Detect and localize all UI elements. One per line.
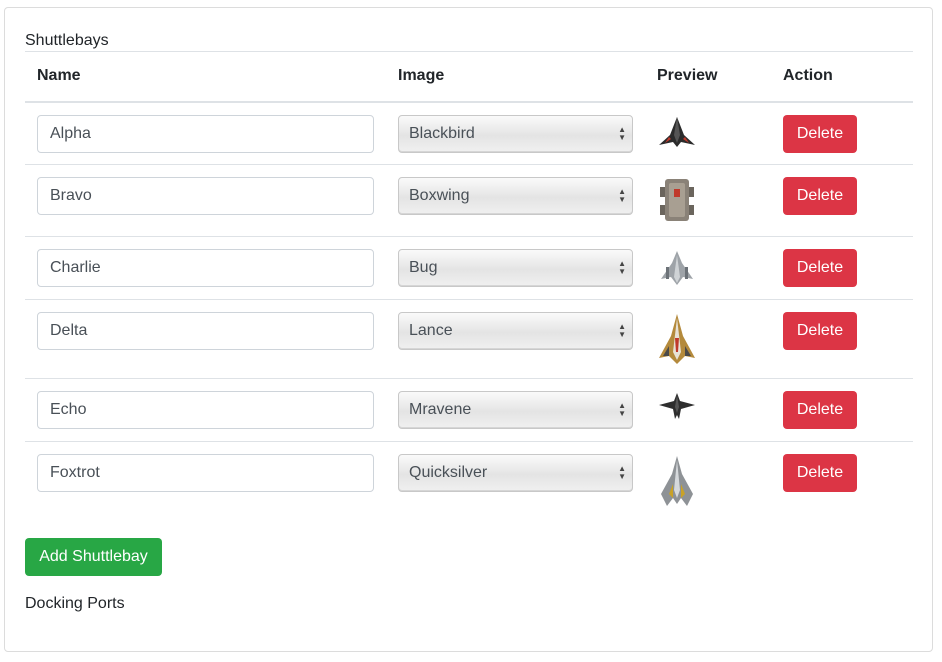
name-input[interactable]: [37, 312, 374, 350]
lance-ship-icon: [657, 312, 759, 366]
name-input[interactable]: [37, 114, 374, 153]
image-select-value: Blackbird: [409, 124, 475, 142]
header-preview: Preview: [645, 51, 771, 103]
image-select[interactable]: Lance ▲ ▼: [398, 312, 633, 350]
image-select-value: Boxwing: [409, 187, 470, 204]
image-select-value: Bug: [409, 259, 438, 276]
image-select-value: Mravene: [409, 401, 472, 418]
header-action: Action: [771, 51, 913, 103]
table-row: Boxwing ▲▼ Delete: [25, 164, 913, 237]
docking-ports-title: Docking Ports: [25, 595, 125, 612]
name-input[interactable]: [37, 249, 374, 287]
table-row: Bug ▲▼ Delete: [25, 236, 913, 300]
boxwing-ship-icon: [657, 177, 759, 223]
delete-button[interactable]: Delete: [783, 391, 857, 429]
blackbird-ship-icon: [657, 115, 759, 149]
table-row: Quicksilver ▲▼ Delete: [25, 442, 913, 520]
image-select[interactable]: Boxwing ▲ ▼: [398, 177, 633, 215]
image-select[interactable]: Bug ▲ ▼: [398, 249, 633, 287]
table-row: Blackbird ▲▼ Delete: [25, 101, 913, 165]
image-select[interactable]: Mravene ▲ ▼: [398, 391, 633, 429]
select-arrows-icon: ▲ ▼: [618, 322, 626, 339]
table-row: Lance ▲▼ Delete: [25, 299, 913, 379]
select-arrows-icon: ▲ ▼: [618, 259, 626, 276]
shuttlebays-card: Shuttlebays Name Image Preview Action Bl…: [4, 7, 933, 652]
image-select-value: Quicksilver: [409, 464, 488, 481]
table-header-row: Name Image Preview Action: [25, 51, 913, 103]
select-arrows-icon: ▲ ▼: [618, 187, 626, 204]
name-input[interactable]: [37, 391, 374, 429]
bug-ship-icon: [657, 249, 759, 287]
image-select[interactable]: Quicksilver ▲ ▼: [398, 454, 633, 492]
quicksilver-ship-icon: [657, 454, 759, 508]
delete-button[interactable]: Delete: [783, 249, 857, 287]
delete-button[interactable]: Delete: [783, 177, 857, 215]
select-arrows-icon: ▲ ▼: [618, 401, 626, 418]
delete-button[interactable]: Delete: [783, 454, 857, 492]
add-shuttlebay-button[interactable]: Add Shuttlebay: [25, 538, 162, 576]
select-arrows-icon: ▲ ▼: [618, 464, 626, 481]
name-input[interactable]: [37, 454, 374, 492]
image-select-value: Lance: [409, 322, 453, 339]
mravene-ship-icon: [657, 391, 759, 421]
image-select[interactable]: Blackbird ▲ ▼: [398, 114, 633, 153]
header-image: Image: [386, 51, 645, 103]
table-row: Mravene ▲▼ Delete: [25, 378, 913, 442]
delete-button[interactable]: Delete: [783, 114, 857, 153]
name-input[interactable]: [37, 177, 374, 215]
header-name: Name: [25, 51, 386, 103]
select-arrows-icon: ▲ ▼: [618, 124, 626, 142]
section-title: Shuttlebays: [25, 32, 109, 49]
delete-button[interactable]: Delete: [783, 312, 857, 350]
shuttlebays-table: Name Image Preview Action Blackbird ▲▼ De…: [25, 51, 913, 520]
